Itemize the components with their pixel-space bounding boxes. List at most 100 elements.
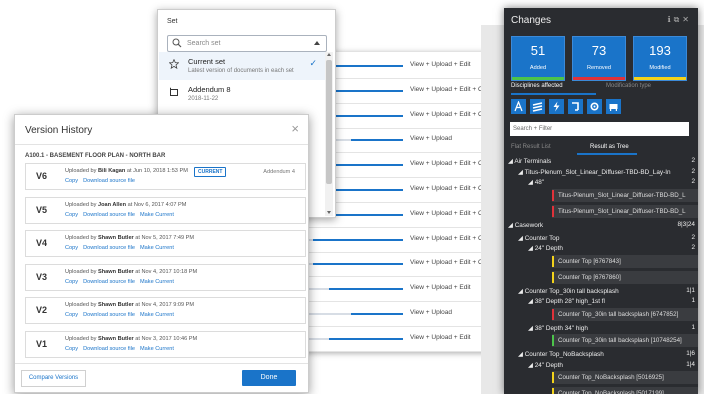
permission-level-bar[interactable] [308,238,403,241]
permission-label: View + Upload [410,135,452,143]
tab-flat-result-list[interactable]: Flat Result List [511,144,551,150]
version-actions: Copy Download source file Make Current [65,212,179,218]
done-button[interactable]: Done [242,370,296,386]
tree-leaf[interactable]: Counter Top_NoBacksplash [5016925] [552,371,698,384]
tree-node-count: 1|1 [686,286,695,294]
tree-leaf[interactable]: Counter Top_30in tall backsplash [107482… [552,334,698,347]
tree-leaf[interactable]: Titus-Plenum_Slot_Linear_Diffuser-TBD-BD… [552,188,698,202]
make-current-link[interactable]: Make Current [140,245,174,251]
permission-level-fill [312,238,403,241]
tree-node[interactable]: ◢ Casework 8|3|24 [504,220,698,231]
tree-node[interactable]: ◢ 48" 2 [504,177,698,188]
version-actions: Copy Download source file Make Current [65,279,179,285]
copy-link[interactable]: Copy [65,279,78,285]
close-icon[interactable]: × [291,121,299,136]
close-icon[interactable]: ✕ [682,15,692,24]
download-source-file-link[interactable]: Download source file [83,178,135,184]
upload-date: at Nov 4, 2017 10:18 PM [135,268,198,275]
copy-link[interactable]: Copy [65,178,78,184]
tab-disciplines-affected[interactable]: Disciplines affected [511,83,563,89]
tree-leaf-label: Counter Top_NoBacksplash [5016925] [558,374,664,381]
compare-versions-button[interactable]: Compare Versions [21,370,86,387]
copy-link[interactable]: Copy [65,312,78,318]
set-option-subtitle: Latest version of documents in each set [188,68,294,74]
permission-level-fill [350,313,403,315]
stat-added-card[interactable]: 51 Added [511,36,565,81]
structure-icon[interactable] [530,99,545,114]
set-option[interactable]: Current set Latest version of documents i… [159,52,325,80]
tree-leaf[interactable]: Counter Top_NoBacksplash [5017199] [552,387,698,394]
make-current-link[interactable]: Make Current [140,312,174,318]
upload-date: at Nov 5, 2017 7:49 PM [135,235,195,241]
tree-node[interactable]: ◢ 38" Depth 34" high 1 [504,323,698,334]
tree-node-label: ◢ Casework [508,221,544,229]
tree-node[interactable]: ◢ 38" Depth 28" high_1st fl 1 [504,296,698,307]
version-actions: Copy Download source file Make Current [65,312,179,318]
tree-node[interactable]: ◢ Counter Top 2 [504,233,698,244]
uploader-name: Bili Kagan [97,168,126,174]
tree-leaf[interactable]: Titus-Plenum_Slot_Linear_Diffuser-TBD-BD… [552,204,698,218]
stat-count: 73 [591,43,607,58]
search-filter-input[interactable]: Search + Filter [510,122,689,136]
plumbing-icon[interactable] [568,99,583,114]
tree-node[interactable]: ◢ Counter Top_30in tall backsplash 1|1 [504,286,698,297]
scroll-up-icon[interactable] [326,53,331,56]
make-current-link[interactable]: Make Current [140,346,174,352]
tree-node-count: 1 [691,297,695,304]
version-card: V2 Uploaded by Shawn Butler at Nov 4, 201… [25,297,306,324]
tree-node-label: ◢ Counter Top_NoBacksplash [518,351,604,358]
scroll-down-icon[interactable] [326,211,331,214]
upload-prefix: Uploaded by [65,268,97,275]
uploader-name: Shawn Butler [97,235,134,241]
set-option[interactable]: Addendum 8 2018-11-22 [159,80,325,108]
tree-leaf[interactable]: Counter Top_30in tall backsplash [674785… [552,307,698,321]
make-current-link[interactable]: Make Current [140,212,174,218]
stat-removed-card[interactable]: 73 Removed [572,36,626,81]
stat-count: 51 [530,43,546,58]
tree-node[interactable]: ◢ Counter Top_NoBacksplash 1|6 [504,349,698,360]
architecture-icon[interactable] [511,99,526,114]
tab-result-as-tree[interactable]: Result as Tree [590,144,629,150]
set-list-scrollbar[interactable] [325,52,333,216]
permission-level-fill [328,65,403,67]
version-upload-info: Uploaded by Shawn Butler at Nov 4, 2017 … [65,269,197,275]
furniture-icon[interactable] [606,99,621,114]
permission-level-bar[interactable] [308,263,403,266]
permission-level-bar[interactable] [308,337,403,340]
stat-modified-card[interactable]: 193 Modified [633,36,687,81]
popout-icon[interactable]: ⧉ [674,15,683,24]
tree-node[interactable]: ◢ Titus-Plenum_Slot_Linear_Diffuser-TBD-… [504,167,698,178]
tree-node[interactable]: ◢ 24" Depth 2 [504,243,698,254]
tree-leaf[interactable]: Counter Top [6767860] [552,270,698,284]
upload-prefix: Uploaded by [65,335,97,342]
scrollbar-thumb[interactable] [326,60,332,184]
version-upload-info: Uploaded by Shawn Butler at Nov 5, 2017 … [65,235,194,241]
tree-node-count: 1 [691,323,695,331]
tree-node[interactable]: ◢ Air Terminals 2 [504,156,698,167]
uploader-name: Shawn Butler [97,302,134,308]
panel-tools: ℹ⧉✕ [668,15,692,25]
download-source-file-link[interactable]: Download source file [83,346,135,352]
tab-modification-type[interactable]: Modification type [606,83,651,89]
mechanical-icon[interactable] [587,99,602,114]
electrical-icon[interactable] [549,99,564,114]
copy-link[interactable]: Copy [65,212,78,218]
make-current-link[interactable]: Make Current [140,279,174,285]
caret-up-icon[interactable] [314,41,320,45]
tree-leaf-label: Titus-Plenum_Slot_Linear_Diffuser-TBD-BD… [558,191,686,199]
download-source-file-link[interactable]: Download source file [83,245,135,251]
permission-level-fill [328,337,403,340]
set-search-input[interactable]: Search set [167,35,327,52]
copy-link[interactable]: Copy [65,346,78,352]
permission-level-bar[interactable] [308,313,403,315]
tree-node-count: 8|3|24 [677,220,695,228]
stat-count: 193 [649,43,671,58]
permission-level-bar[interactable] [308,288,403,291]
tree-leaf[interactable]: Counter Top [6767843] [552,254,698,268]
download-source-file-link[interactable]: Download source file [83,212,135,218]
download-source-file-link[interactable]: Download source file [83,312,135,318]
tree-node[interactable]: ◢ 24" Depth 1|4 [504,360,698,371]
copy-link[interactable]: Copy [65,245,78,251]
download-source-file-link[interactable]: Download source file [83,279,135,285]
active-tab-indicator [511,93,596,95]
